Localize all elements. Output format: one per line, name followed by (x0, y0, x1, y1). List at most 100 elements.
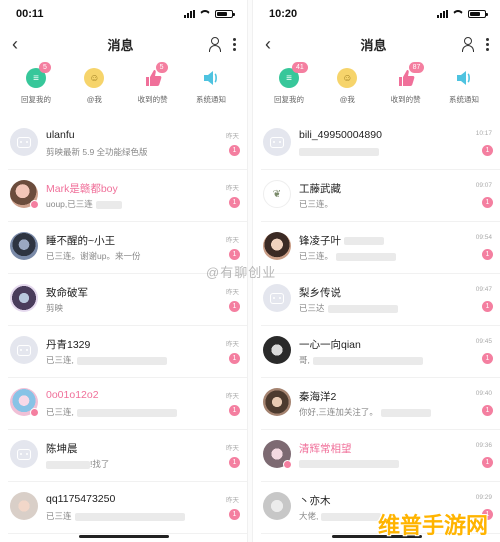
quick-at[interactable]: ☺ @我 (319, 68, 375, 112)
quick-system[interactable]: 系统通知 (436, 68, 492, 112)
list-item[interactable]: 致命破军 剪映 昨天 1 (8, 274, 247, 326)
quick-system-label: 系统通知 (448, 95, 479, 104)
list-item[interactable]: 梨乡传说 已三达 09:47 1 (261, 274, 500, 326)
list-item[interactable]: Mark是赣都boy uoup,已三连 昨天 1 (8, 170, 247, 222)
user-settings-icon[interactable] (208, 37, 223, 52)
back-icon[interactable]: ‹ (12, 34, 32, 55)
list-item[interactable]: bili_49950004890 10:17 1 (261, 118, 500, 170)
quick-reply[interactable]: ≡ 41 回复我的 (261, 62, 317, 112)
message-preview: 已三连。 (299, 250, 397, 262)
list-item[interactable]: 陈坤晨 !找了 昨天 1 (8, 430, 247, 482)
message-text: uoup,已三连 (46, 199, 93, 209)
message-time: 09:07 (475, 182, 492, 189)
message-preview: 已三连 (46, 510, 185, 522)
phone-right: 10:20 ‹ 消息 ≡ 41 回复我的 ☺ @我 87 收到的赞 系统通知 b… (252, 0, 500, 542)
quick-at[interactable]: ☺ @我 (66, 68, 122, 112)
home-indicator (78, 535, 169, 538)
message-time: 10:17 (475, 130, 492, 137)
quick-reply[interactable]: ≡ 5 回复我的 (8, 62, 64, 112)
sender-name: 0o01o12o2 (46, 389, 99, 401)
quick-system[interactable]: 系统通知 (183, 68, 239, 112)
message-preview: uoup,已三连 (46, 198, 122, 210)
unread-count: 1 (229, 457, 240, 468)
quick-like[interactable]: 87 收到的赞 (378, 62, 434, 112)
sender-name: 睡不醒的~小王 (46, 235, 116, 247)
nav-bar: ‹ 消息 (253, 28, 500, 60)
message-time: 昨天 (226, 393, 239, 400)
status-bar: 10:20 (253, 0, 500, 28)
tv-face-icon (17, 136, 31, 148)
avatar (263, 492, 291, 520)
sender-name: 清辉常相望 (299, 443, 352, 455)
sender-name: ulanfu (46, 129, 75, 141)
unread-count: 1 (229, 509, 240, 520)
message-time: 09:47 (475, 286, 492, 293)
unread-count: 1 (229, 197, 240, 208)
unread-count: 1 (482, 197, 493, 208)
message-time: 昨天 (226, 289, 239, 296)
list-item[interactable]: ❦ 工藤武藏 已三连。 09:07 1 (261, 170, 500, 222)
redaction-mask (321, 512, 382, 521)
unread-count: 1 (229, 353, 240, 364)
vip-badge-icon (30, 408, 39, 417)
sender-name: 工藤武藏 (299, 183, 341, 195)
page-title: 消息 (360, 37, 387, 53)
quick-actions: ≡ 5 回复我的 ☺ @我 5 收到的赞 系统通知 (0, 60, 247, 118)
nav-bar: ‹ 消息 (0, 28, 247, 60)
message-preview: 大佬, (299, 510, 382, 522)
message-time: 昨天 (226, 133, 239, 140)
list-item[interactable]: 0o01o12o2 已三连, 昨天 1 (8, 378, 247, 430)
signal-icon (437, 10, 448, 18)
message-preview: 剪映 (46, 303, 64, 313)
redaction-mask (344, 237, 384, 246)
center-watermark: @有聊创业 (206, 265, 277, 280)
list-item[interactable]: 锋凌子叶 已三连。 09:54 1 (261, 222, 500, 274)
unread-count: 1 (229, 301, 240, 312)
message-text: 已三连, (46, 407, 74, 417)
user-settings-icon[interactable] (461, 37, 476, 52)
list-item[interactable]: ulanfu 剪映最新 5.9 全功能绿色版 昨天 1 (8, 118, 247, 170)
message-preview: 已三连, (46, 354, 167, 366)
list-item[interactable]: 清辉常相望 09:36 1 (261, 430, 500, 482)
unread-count: 1 (482, 145, 493, 156)
sender-name: 一心一向qian (299, 339, 361, 351)
leaf-icon: ❦ (272, 188, 282, 200)
battery-icon (468, 10, 488, 18)
redaction-mask (327, 304, 398, 313)
redaction-mask (380, 408, 431, 417)
list-item[interactable]: 丹青1329 已三连, 昨天 1 (8, 326, 247, 378)
unread-count: 1 (482, 249, 493, 260)
tv-face-icon (270, 136, 284, 148)
more-icon[interactable] (486, 37, 490, 51)
tv-face-icon (17, 448, 31, 460)
battery-icon (215, 10, 235, 18)
list-item[interactable]: qq1175473250 已三连 昨天 1 (8, 482, 247, 534)
page-title: 消息 (107, 37, 134, 53)
message-text: 已三连。 (299, 251, 334, 261)
unread-count: 1 (482, 301, 493, 312)
list-item[interactable]: 一心一向qian 哥, 09:45 1 (261, 326, 500, 378)
avatar (263, 128, 291, 156)
sender-name: 丶亦木 (299, 495, 331, 507)
sender-name: 陈坤晨 (46, 443, 78, 455)
speaker-icon (456, 71, 470, 85)
more-icon[interactable] (233, 37, 237, 51)
back-icon[interactable]: ‹ (265, 34, 285, 55)
unread-count: 1 (482, 353, 493, 364)
message-text: 已三达 (299, 303, 325, 313)
sender-name: 梨乡传说 (299, 287, 341, 299)
avatar (263, 284, 291, 312)
message-list: bili_49950004890 10:17 1 ❦ 工藤武藏 已三连。 09:… (253, 118, 500, 534)
avatar (10, 128, 38, 156)
avatar (263, 336, 291, 364)
message-time: 昨天 (226, 497, 239, 504)
reply-badge: 5 (39, 62, 51, 73)
redaction-mask (312, 356, 423, 365)
message-text: !找了 (90, 459, 110, 469)
unread-count: 1 (229, 249, 240, 260)
list-item[interactable]: 秦海洋2 你好,三连加关注了。 09:40 1 (261, 378, 500, 430)
quick-reply-label: 回复我的 (21, 95, 51, 104)
quick-like[interactable]: 5 收到的赞 (125, 62, 181, 112)
message-text: 哥, (299, 355, 310, 365)
nav-actions (208, 37, 237, 52)
